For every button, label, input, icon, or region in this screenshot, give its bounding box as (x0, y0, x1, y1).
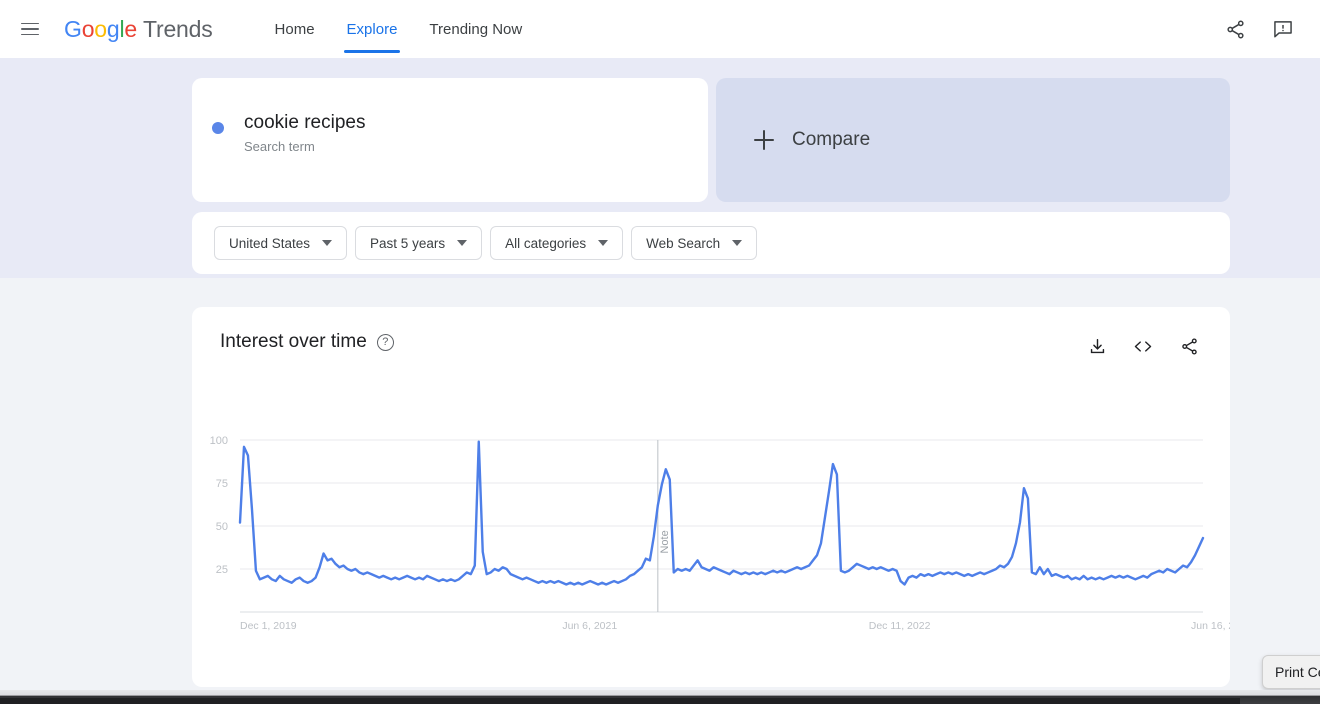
download-icon[interactable] (1082, 331, 1112, 361)
search-term-type: Search term (244, 139, 315, 154)
window-bottom-edge (0, 690, 1320, 704)
filter-time-range[interactable]: Past 5 years (355, 226, 483, 260)
filter-location-label: United States (229, 235, 311, 251)
y-axis-tick-label: 100 (210, 435, 228, 447)
filter-bar: United States Past 5 years All categorie… (192, 212, 1230, 274)
interest-over-time-card: Interest over time ? 25 50 75 100 Note D… (192, 307, 1230, 687)
chart-actions (1082, 331, 1204, 361)
compare-button[interactable]: Compare (716, 78, 1230, 202)
logo-letter-g1: G (64, 15, 82, 42)
top-bar-icons (1220, 14, 1298, 44)
x-axis-tick-label: Dec 1, 2019 (240, 620, 297, 632)
logo-product-name: Trends (143, 15, 213, 42)
nav-links: Home Explore Trending Now (261, 0, 537, 58)
hamburger-menu-icon[interactable] (12, 11, 48, 47)
top-navigation-bar: Google Trends Home Explore Trending Now (0, 0, 1320, 58)
chevron-down-icon (732, 240, 743, 246)
logo-letter-o1: o (81, 15, 95, 42)
embed-code-icon[interactable] (1128, 331, 1158, 361)
filter-category-label: All categories (505, 235, 587, 251)
nav-link-home[interactable]: Home (261, 0, 329, 58)
window-bottom-bar (0, 698, 1240, 704)
x-axis-tick-label: Dec 11, 2022 (869, 620, 931, 632)
share-icon[interactable] (1220, 14, 1250, 44)
feedback-icon[interactable] (1268, 14, 1298, 44)
y-axis-tick-label: 50 (216, 521, 228, 533)
nav-link-trending-now[interactable]: Trending Now (415, 0, 536, 58)
filter-time-range-label: Past 5 years (370, 235, 446, 251)
plus-icon (754, 130, 774, 150)
filter-search-type-label: Web Search (646, 235, 721, 251)
chevron-down-icon (598, 240, 609, 246)
interest-over-time-chart: 25 50 75 100 Note Dec 1, 2019 Jun 6, 2021 Dec 1… (210, 435, 1230, 632)
page-title: Interest over time (220, 331, 367, 352)
chevron-down-icon (457, 240, 468, 246)
x-axis-tick-label: Jun 16, 2024 (1191, 620, 1230, 632)
compare-label: Compare (792, 129, 871, 150)
logo-letter-o2: o (94, 15, 107, 42)
chevron-down-icon (322, 240, 333, 246)
logo-letter-g2: g (106, 15, 120, 42)
share-icon[interactable] (1174, 331, 1204, 361)
logo-letter-e: e (124, 15, 137, 42)
term-cards-row: cookie recipes Search term Compare (192, 78, 1230, 202)
y-axis-tick-label: 25 (216, 564, 228, 576)
help-circle-icon[interactable]: ? (376, 333, 394, 351)
search-term-card[interactable]: cookie recipes Search term (192, 78, 708, 202)
series-color-dot (212, 122, 224, 134)
chart-header: Interest over time ? (220, 331, 394, 353)
google-trends-page: Google Trends Home Explore Trending Now (0, 0, 1320, 704)
os-tooltip-label: Print Ce (1275, 664, 1320, 680)
filter-search-type[interactable]: Web Search (631, 226, 758, 260)
search-term-label: cookie recipes (244, 112, 366, 133)
series-line-cookie-recipes (238, 440, 1205, 586)
query-band-content: cookie recipes Search term Compare Unite… (192, 78, 1230, 274)
filter-category[interactable]: All categories (490, 226, 624, 260)
filter-location[interactable]: United States (214, 226, 348, 260)
nav-link-explore[interactable]: Explore (333, 0, 412, 58)
x-axis-tick-label: Jun 6, 2021 (562, 620, 617, 632)
annotation-label: Note (659, 530, 671, 553)
google-trends-logo[interactable]: Google Trends (64, 16, 213, 43)
y-axis-tick-label: 75 (216, 478, 228, 490)
os-tooltip: Print Ce (1262, 655, 1320, 689)
